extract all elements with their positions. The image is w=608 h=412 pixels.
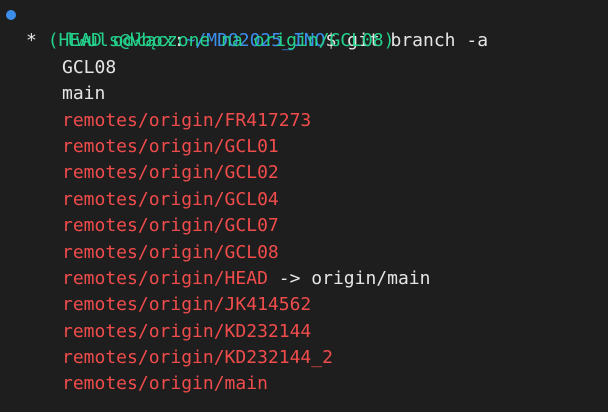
current-branch-line: * (HEAD odłączone na origin/GCL08) [0, 28, 608, 54]
branch-line: remotes/origin/FR417273 [0, 108, 608, 134]
branch-line: remotes/origin/KD232144 [0, 319, 608, 345]
remote-branch: remotes/origin/main [62, 373, 268, 395]
branch-line: remotes/origin/GCL04 [0, 187, 608, 213]
branch-line: remotes/origin/GCL08 [0, 240, 608, 266]
remote-branch: remotes/origin/GCL07 [62, 215, 279, 237]
remote-branch: remotes/origin/FR417273 [62, 109, 312, 131]
branch-line: remotes/origin/GCL07 [0, 213, 608, 239]
remote-branch: remotes/origin/JK414562 [62, 294, 312, 316]
remote-branch: remotes/origin/KD232144 [62, 320, 312, 342]
branch-line: main [0, 81, 608, 107]
remote-branch: remotes/origin/KD232144_2 [62, 347, 333, 369]
remote-branch: remotes/origin/GCL08 [62, 241, 279, 263]
branch-line: remotes/origin/JK414562 [0, 292, 608, 318]
branch-line: GCL08 [0, 55, 608, 81]
branch-line: remotes/origin/GCL01 [0, 134, 608, 160]
head-pointer-arrow: -> [267, 267, 312, 289]
local-branch: main [62, 83, 106, 105]
branch-line: remotes/origin/KD232144_2 [0, 345, 608, 371]
command-status-dot-icon [6, 10, 16, 20]
branch-line: remotes/origin/main [0, 371, 608, 397]
current-branch-marker: * [26, 30, 48, 52]
head-pointer-target: origin/main [311, 267, 431, 289]
branch-line: remotes/origin/HEAD -> origin/main [0, 266, 608, 292]
terminal-window[interactable]: lwuls@vbox:~/MDO2025_INO$ git branch -a … [0, 0, 608, 412]
remote-branch: remotes/origin/GCL01 [62, 135, 279, 157]
remote-branch: remotes/origin/GCL02 [62, 162, 279, 184]
remote-branch: remotes/origin/HEAD [62, 267, 268, 289]
branch-line: remotes/origin/GCL02 [0, 160, 608, 186]
prompt-line: lwuls@vbox:~/MDO2025_INO$ git branch -a [0, 2, 608, 51]
local-branch: GCL08 [62, 56, 117, 78]
remote-branch: remotes/origin/GCL04 [62, 188, 279, 210]
current-branch-name: (HEAD odłączone na origin/GCL08) [47, 30, 395, 52]
